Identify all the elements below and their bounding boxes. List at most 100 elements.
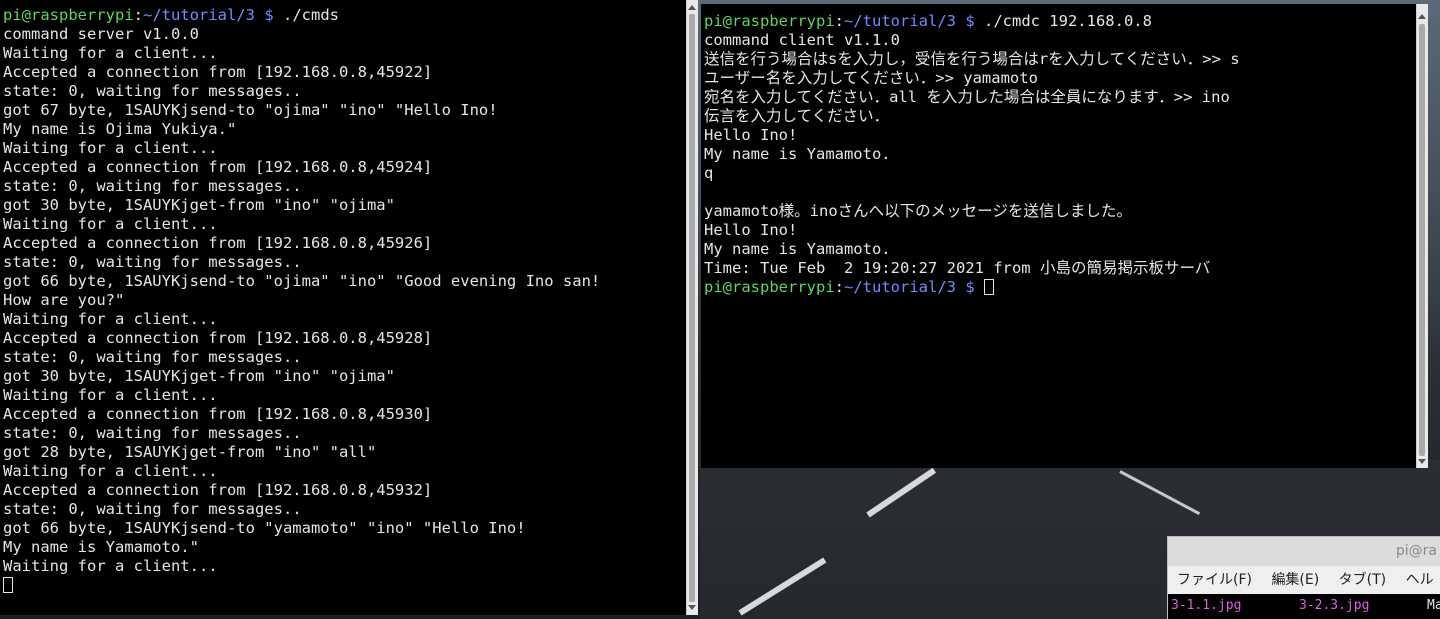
- scroll-up-icon[interactable]: [1418, 14, 1426, 19]
- terminal-text: state: 0, waiting for messages..: [3, 253, 302, 271]
- list-item: 3-1.1.jpg: [1171, 598, 1242, 613]
- menu-help[interactable]: ヘル: [1397, 566, 1440, 594]
- client-terminal-scroll-thumb[interactable]: [1419, 24, 1425, 456]
- terminal-text: How are you?": [3, 291, 125, 309]
- terminal-line: Waiting for a client...: [3, 139, 600, 158]
- terminal-text: Waiting for a client...: [3, 215, 218, 233]
- terminal-text: got 28 byte, 1SAUYKjget-from "ino" "all": [3, 443, 377, 461]
- terminal-text: got 30 byte, 1SAUYKjget-from "ino" "ojim…: [3, 367, 395, 385]
- terminal-text: got 66 byte, 1SAUYKjsend-to "yamamoto" "…: [3, 519, 526, 537]
- terminal-line: Accepted a connection from [192.168.0.8,…: [3, 63, 600, 82]
- terminal-line: Waiting for a client...: [3, 386, 600, 405]
- terminal-line: state: 0, waiting for messages..: [3, 348, 600, 367]
- terminal-line: got 28 byte, 1SAUYKjget-from "ino" "all": [3, 443, 600, 462]
- terminal-line: 宛名を入力してください．all を入力した場合は全員になります．>> ino: [704, 88, 1240, 107]
- terminal-line: Accepted a connection from [192.168.0.8,…: [3, 158, 600, 177]
- menu-tab[interactable]: タブ(T): [1330, 566, 1392, 594]
- terminal-line: pi@raspberrypi:~/tutorial/3 $: [704, 278, 1240, 297]
- terminal-text: got 67 byte, 1SAUYKjsend-to "ojima" "ino…: [3, 101, 498, 119]
- prompt-user: pi@raspberrypi: [704, 278, 835, 296]
- client-terminal-scrollbar[interactable]: [1416, 4, 1428, 468]
- terminal-line: state: 0, waiting for messages..: [3, 253, 600, 272]
- terminal-text: My name is Yamamoto.": [3, 538, 199, 556]
- prompt-path: ~/tutorial/3 $: [844, 12, 975, 30]
- terminal-line: My name is Ojima Yukiya.": [3, 120, 600, 139]
- terminal-line: Accepted a connection from [192.168.0.8,…: [3, 234, 600, 253]
- terminal-line: My name is Yamamoto.": [3, 538, 600, 557]
- terminal-text: command server v1.0.0: [3, 25, 199, 43]
- terminal-text: Waiting for a client...: [3, 557, 218, 575]
- scroll-down-icon[interactable]: [688, 605, 696, 610]
- terminal-text: ./cmdc 192.168.0.8: [974, 12, 1152, 30]
- terminal-text: Waiting for a client...: [3, 310, 218, 328]
- terminal-line: 送信を行う場合はsを入力し，受信を行う場合はrを入力してください．>> s: [704, 50, 1240, 69]
- terminal-line: ユーザー名を入力してください．>> yamamoto: [704, 69, 1240, 88]
- server-terminal-scrollbar[interactable]: [686, 0, 698, 615]
- scroll-down-icon[interactable]: [1418, 459, 1426, 464]
- terminal-line: 伝言を入力してください．: [704, 107, 1240, 126]
- terminal-line: got 30 byte, 1SAUYKjget-from "ino" "ojim…: [3, 196, 600, 215]
- terminal-line: Accepted a connection from [192.168.0.8,…: [3, 405, 600, 424]
- menu-edit[interactable]: 編集(E): [1262, 566, 1325, 594]
- server-terminal[interactable]: pi@raspberrypi:~/tutorial/3 $ ./cmds comm…: [0, 0, 686, 615]
- terminal-line: My name is Yamamoto.: [704, 145, 1240, 164]
- scroll-up-icon[interactable]: [688, 5, 696, 10]
- terminal-line: Waiting for a client...: [3, 44, 600, 63]
- terminal-text: Accepted a connection from [192.168.0.8,…: [3, 405, 433, 423]
- terminal-text: command client v1.1.0: [704, 31, 900, 49]
- terminal-line: state: 0, waiting for messages..: [3, 500, 600, 519]
- terminal-line: got 66 byte, 1SAUYKjsend-to "ojima" "ino…: [3, 272, 600, 291]
- terminal-line: state: 0, waiting for messages..: [3, 82, 600, 101]
- client-terminal-output: pi@raspberrypi:~/tutorial/3 $ ./cmdc 192…: [704, 12, 1240, 297]
- terminal-text: state: 0, waiting for messages..: [3, 348, 302, 366]
- terminal-text: state: 0, waiting for messages..: [3, 500, 302, 518]
- terminal-line: got 67 byte, 1SAUYKjsend-to "ojima" "ino…: [3, 101, 600, 120]
- terminal-text: Waiting for a client...: [3, 386, 218, 404]
- terminal-text: yamamoto様。inoさんへ以下のメッセージを送信しました。: [704, 202, 1132, 220]
- prompt-path: ~/tutorial/3 $: [844, 278, 975, 296]
- prompt-separator: :: [133, 6, 143, 24]
- road-marking: [866, 467, 937, 518]
- terminal-text: Waiting for a client...: [3, 139, 218, 157]
- terminal-line: [3, 576, 600, 595]
- partial-terminal-window[interactable]: pi@ra ファイル(F) 編集(E) タブ(T) ヘル 3-1.1.jpg 3…: [1167, 536, 1440, 619]
- client-terminal[interactable]: pi@raspberrypi:~/tutorial/3 $ ./cmdc 192…: [701, 4, 1416, 468]
- road-marking: [738, 557, 827, 616]
- terminal-line: command server v1.0.0: [3, 25, 600, 44]
- prompt-path: ~/tutorial/3 $: [143, 6, 274, 24]
- terminal-text: Accepted a connection from [192.168.0.8,…: [3, 481, 433, 499]
- terminal-text: Accepted a connection from [192.168.0.8,…: [3, 234, 433, 252]
- terminal-text: My name is Yamamoto.: [704, 145, 891, 163]
- terminal-line: got 30 byte, 1SAUYKjget-from "ino" "ojim…: [3, 367, 600, 386]
- terminal-line: Accepted a connection from [192.168.0.8,…: [3, 329, 600, 348]
- terminal-line: yamamoto様。inoさんへ以下のメッセージを送信しました。: [704, 202, 1240, 221]
- terminal-text: My name is Yamamoto.: [704, 240, 891, 258]
- server-terminal-scroll-thumb[interactable]: [689, 14, 695, 602]
- terminal-line: pi@raspberrypi:~/tutorial/3 $ ./cmds: [3, 6, 600, 25]
- menu-bar: ファイル(F) 編集(E) タブ(T) ヘル: [1168, 566, 1440, 594]
- terminal-line: Accepted a connection from [192.168.0.8,…: [3, 481, 600, 500]
- prompt-user: pi@raspberrypi: [704, 12, 835, 30]
- terminal-text: got 66 byte, 1SAUYKjsend-to "ojima" "ino…: [3, 272, 601, 290]
- terminal-text: Accepted a connection from [192.168.0.8,…: [3, 158, 433, 176]
- terminal-text: state: 0, waiting for messages..: [3, 424, 302, 442]
- terminal-line: q: [704, 164, 1240, 183]
- terminal-line: Time: Tue Feb 2 19:20:27 2021 from 小島の簡易…: [704, 259, 1240, 278]
- terminal-line: got 66 byte, 1SAUYKjsend-to "yamamoto" "…: [3, 519, 600, 538]
- terminal-line: How are you?": [3, 291, 600, 310]
- terminal-text: Time: Tue Feb 2 19:20:27 2021 from 小島の簡易…: [704, 259, 1211, 277]
- terminal-text: ./cmds: [273, 6, 339, 24]
- menu-file[interactable]: ファイル(F): [1168, 566, 1258, 594]
- window-titlebar[interactable]: pi@ra: [1168, 537, 1440, 566]
- terminal-text: My name is Ojima Yukiya.": [3, 120, 237, 138]
- terminal-line: command client v1.1.0: [704, 31, 1240, 50]
- terminal-line: state: 0, waiting for messages..: [3, 177, 600, 196]
- terminal-text: ユーザー名を入力してください．>> yamamoto: [704, 69, 1038, 87]
- prompt-separator: :: [834, 12, 844, 30]
- list-item: Ma: [1427, 598, 1440, 613]
- terminal-text: Accepted a connection from [192.168.0.8,…: [3, 329, 433, 347]
- road-edge: [1119, 470, 1201, 516]
- terminal-text: Hello Ino!: [704, 126, 798, 144]
- list-item: 3-2.3.jpg: [1299, 598, 1370, 613]
